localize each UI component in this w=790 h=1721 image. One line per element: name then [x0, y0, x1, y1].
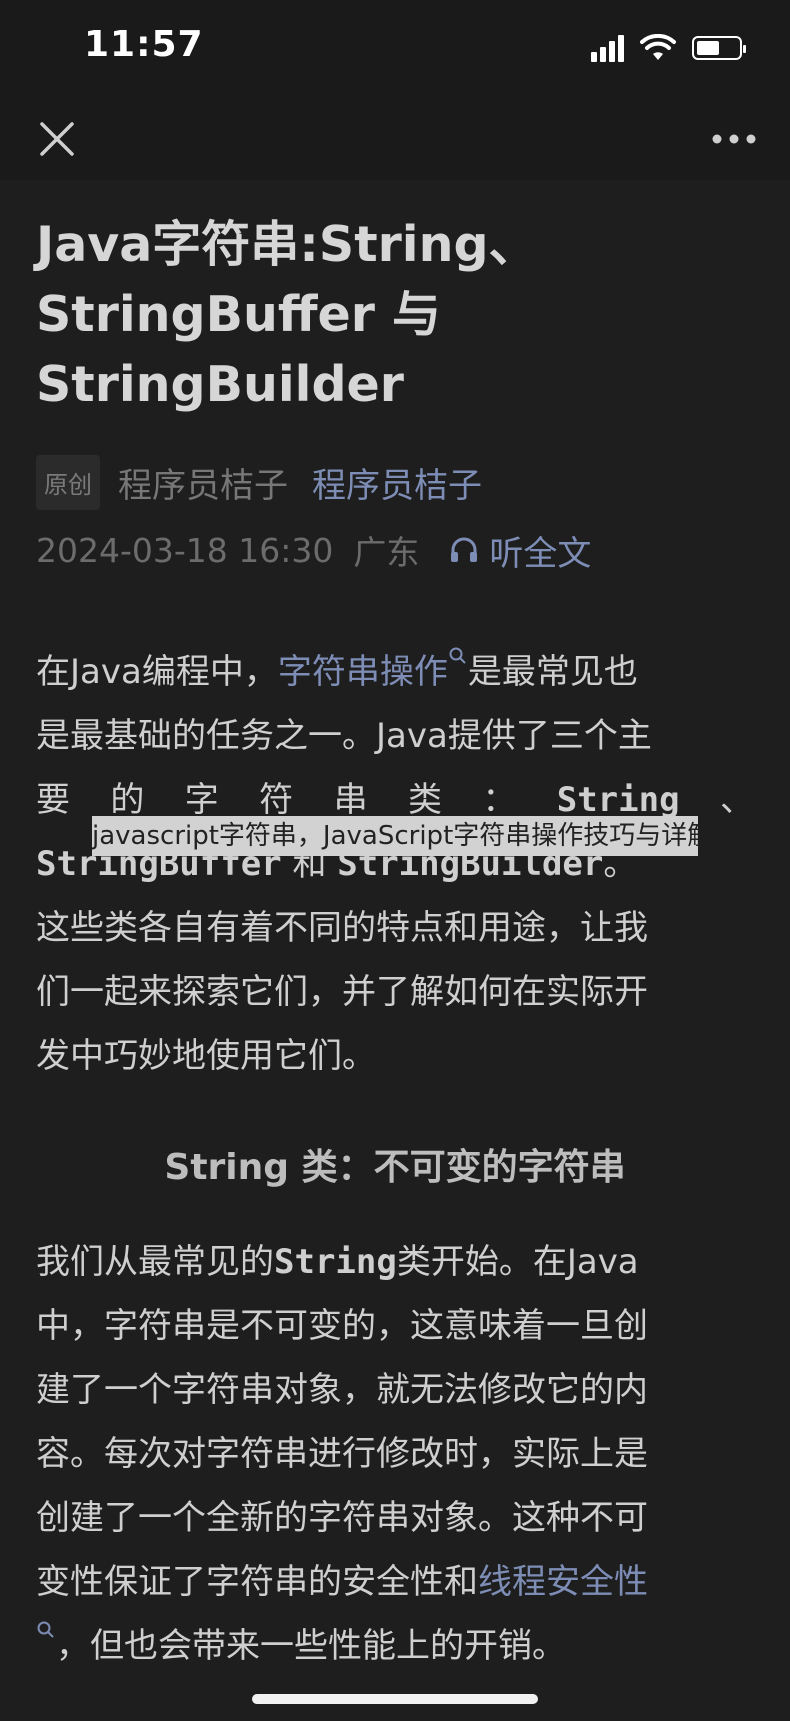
p1-line-2: 是最基础的任务之一。Java提供了三个主: [36, 716, 652, 756]
headphones-icon: [451, 537, 478, 562]
close-button[interactable]: [30, 112, 84, 166]
title-line-3: StringBuilder: [36, 356, 404, 413]
status-icons: [591, 30, 746, 66]
p1-text: 是最常见也: [467, 652, 638, 692]
p2-text: 我们从最常见的: [36, 1242, 274, 1282]
paragraph-1: 在Java编程中，字符串操作 是最常见也 是最基础的任务之一。Java提供了三个主…: [36, 640, 754, 1088]
p2-line-4: 容。每次对字符串进行修改时，实际上是: [36, 1434, 648, 1474]
signal-icon: [591, 34, 624, 62]
wifi-icon: [640, 34, 676, 60]
overlay-caption: javascript字符串，JavaScript字符串操作技巧与详解: [92, 816, 698, 856]
p1-char: 要: [36, 780, 70, 820]
p1-line-5: 这些类各自有着不同的特点和用途，让我: [36, 908, 648, 948]
home-indicator[interactable]: [252, 1694, 538, 1704]
original-badge: 原创: [36, 454, 100, 510]
p2-text: ，但也会带来一些性能上的开销。: [56, 1626, 566, 1666]
publish-date: 2024-03-18 16:30: [36, 530, 334, 570]
p2-line-6: 变性保证了字符串的安全性和线程安全性: [36, 1550, 754, 1614]
title-line-2: StringBuffer 与: [36, 286, 442, 343]
p1-char: 、: [719, 780, 754, 820]
status-bar: 11:57: [0, 0, 790, 100]
keyword-link-string-ops[interactable]: 字符串操作: [278, 652, 448, 692]
date-row: 2024-03-18 16:30 广东 听全文: [36, 524, 591, 576]
p1-line-1: 在Java编程中，字符串操作 是最常见也: [36, 640, 754, 704]
search-icon: [449, 647, 466, 664]
title-line-1: Java字符串:String、: [36, 216, 538, 273]
author-name: 程序员桔子: [118, 465, 288, 506]
more-icon: [712, 134, 756, 144]
battery-icon: [692, 36, 746, 60]
article-title: Java字符串:String、 StringBuffer 与 StringBui…: [36, 210, 756, 420]
location: 广东: [353, 533, 420, 572]
p1-text: 在Java编程中，: [36, 652, 278, 692]
listen-button[interactable]: 听全文: [449, 526, 591, 575]
section-heading: String 类：不可变的字符串: [164, 1147, 626, 1188]
p2-line-3: 建了一个字符串对象，就无法修改它的内: [36, 1370, 648, 1410]
nav-bar: [0, 100, 790, 180]
p1-line-6: 们一起来探索它们，并了解如何在实际开: [36, 972, 648, 1012]
keyword-link-thread-safety[interactable]: 线程安全性: [478, 1562, 648, 1602]
p2-line-5: 创建了一个全新的字符串对象。这种不可: [36, 1498, 648, 1538]
p2-line-2: 中，字符串是不可变的，这意味着一旦创: [36, 1306, 648, 1346]
paragraph-2: 我们从最常见的String类开始。在Java 中，字符串是不可变的，这意味着一旦…: [36, 1230, 754, 1678]
p2-line-7: ，但也会带来一些性能上的开销。: [36, 1614, 754, 1678]
author-link[interactable]: 程序员桔子: [312, 458, 482, 507]
close-icon: [40, 122, 74, 156]
more-button[interactable]: [704, 112, 764, 166]
article-content: Java字符串:String、 StringBuffer 与 StringBui…: [0, 180, 790, 1721]
status-time: 11:57: [84, 24, 204, 65]
author-row: 原创 程序员桔子 程序员桔子: [36, 454, 482, 510]
p1-line-7: 发中巧妙地使用它们。: [36, 1036, 376, 1076]
listen-label: 听全文: [489, 533, 592, 574]
p2-line-1: 我们从最常见的String类开始。在Java: [36, 1230, 754, 1294]
code-string: String: [274, 1242, 397, 1282]
p2-text: 类开始。在Java: [396, 1242, 639, 1282]
search-icon: [37, 1621, 54, 1638]
p2-text: 变性保证了字符串的安全性和: [36, 1562, 478, 1602]
